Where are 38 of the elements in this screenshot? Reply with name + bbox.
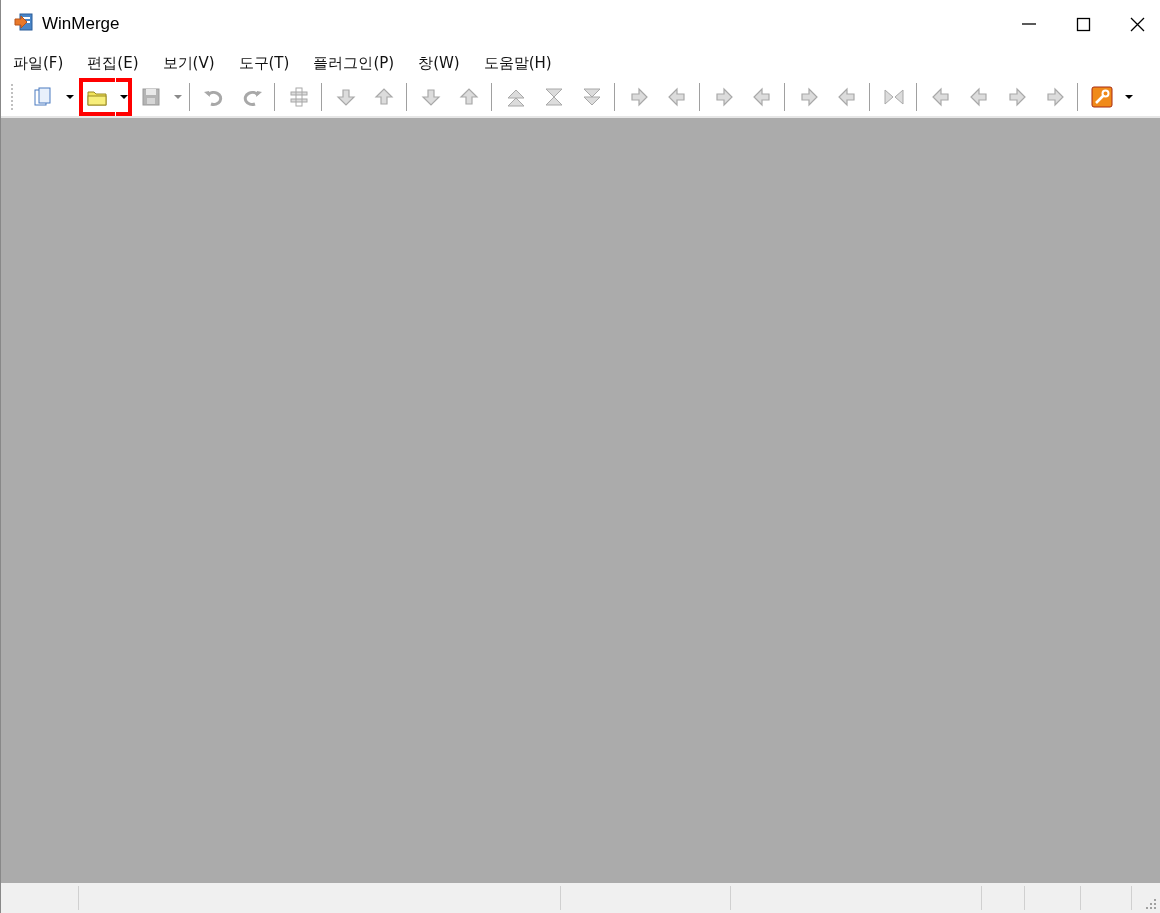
arrow-down-icon [335,86,357,108]
toolbar-grip[interactable] [11,84,16,110]
arrow-left-icon [666,86,688,108]
window-title: WinMerge [42,14,120,34]
dropdown-button[interactable] [116,78,132,116]
arrow-up-icon [458,86,480,108]
arrow-right-icon [1044,86,1066,108]
caret-icon [120,95,128,99]
menu-item[interactable]: 도움말(H) [477,53,558,73]
menu-item[interactable]: 편집(E) [81,53,145,73]
arrow-down-icon [420,86,442,108]
arrow-left-icon [836,86,858,108]
menu-item[interactable]: 보기(V) [156,53,221,73]
toolbar-button[interactable] [79,78,115,116]
close-icon [1129,16,1145,32]
caret-icon [174,95,182,99]
arrow-left-icon [968,86,990,108]
size-grip-icon[interactable] [1146,899,1157,910]
arrow-left-icon [751,86,773,108]
arrow-right-icon [628,86,650,108]
arrow-right-icon [798,86,820,108]
arrow-right-icon [713,86,735,108]
app-icon [14,12,34,32]
minimize-icon [1022,23,1036,25]
menu-item[interactable]: 플러그인(P) [307,53,401,73]
menu-item[interactable]: 파일(F) [7,53,70,73]
caret-icon [66,95,74,99]
hourglass-arrows-icon [543,86,565,108]
maximize-icon [1075,16,1091,32]
menu-item[interactable]: 도구(T) [232,53,296,73]
caret-icon [1125,95,1133,99]
arrow-right-icon [1006,86,1028,108]
arrow-left-icon [930,86,952,108]
document-icon [32,86,54,108]
menu-item[interactable]: 창(W) [412,53,466,73]
align-lines-icon [288,86,310,108]
arrow-up-icon [373,86,395,108]
double-arrow-down-icon [581,86,603,108]
